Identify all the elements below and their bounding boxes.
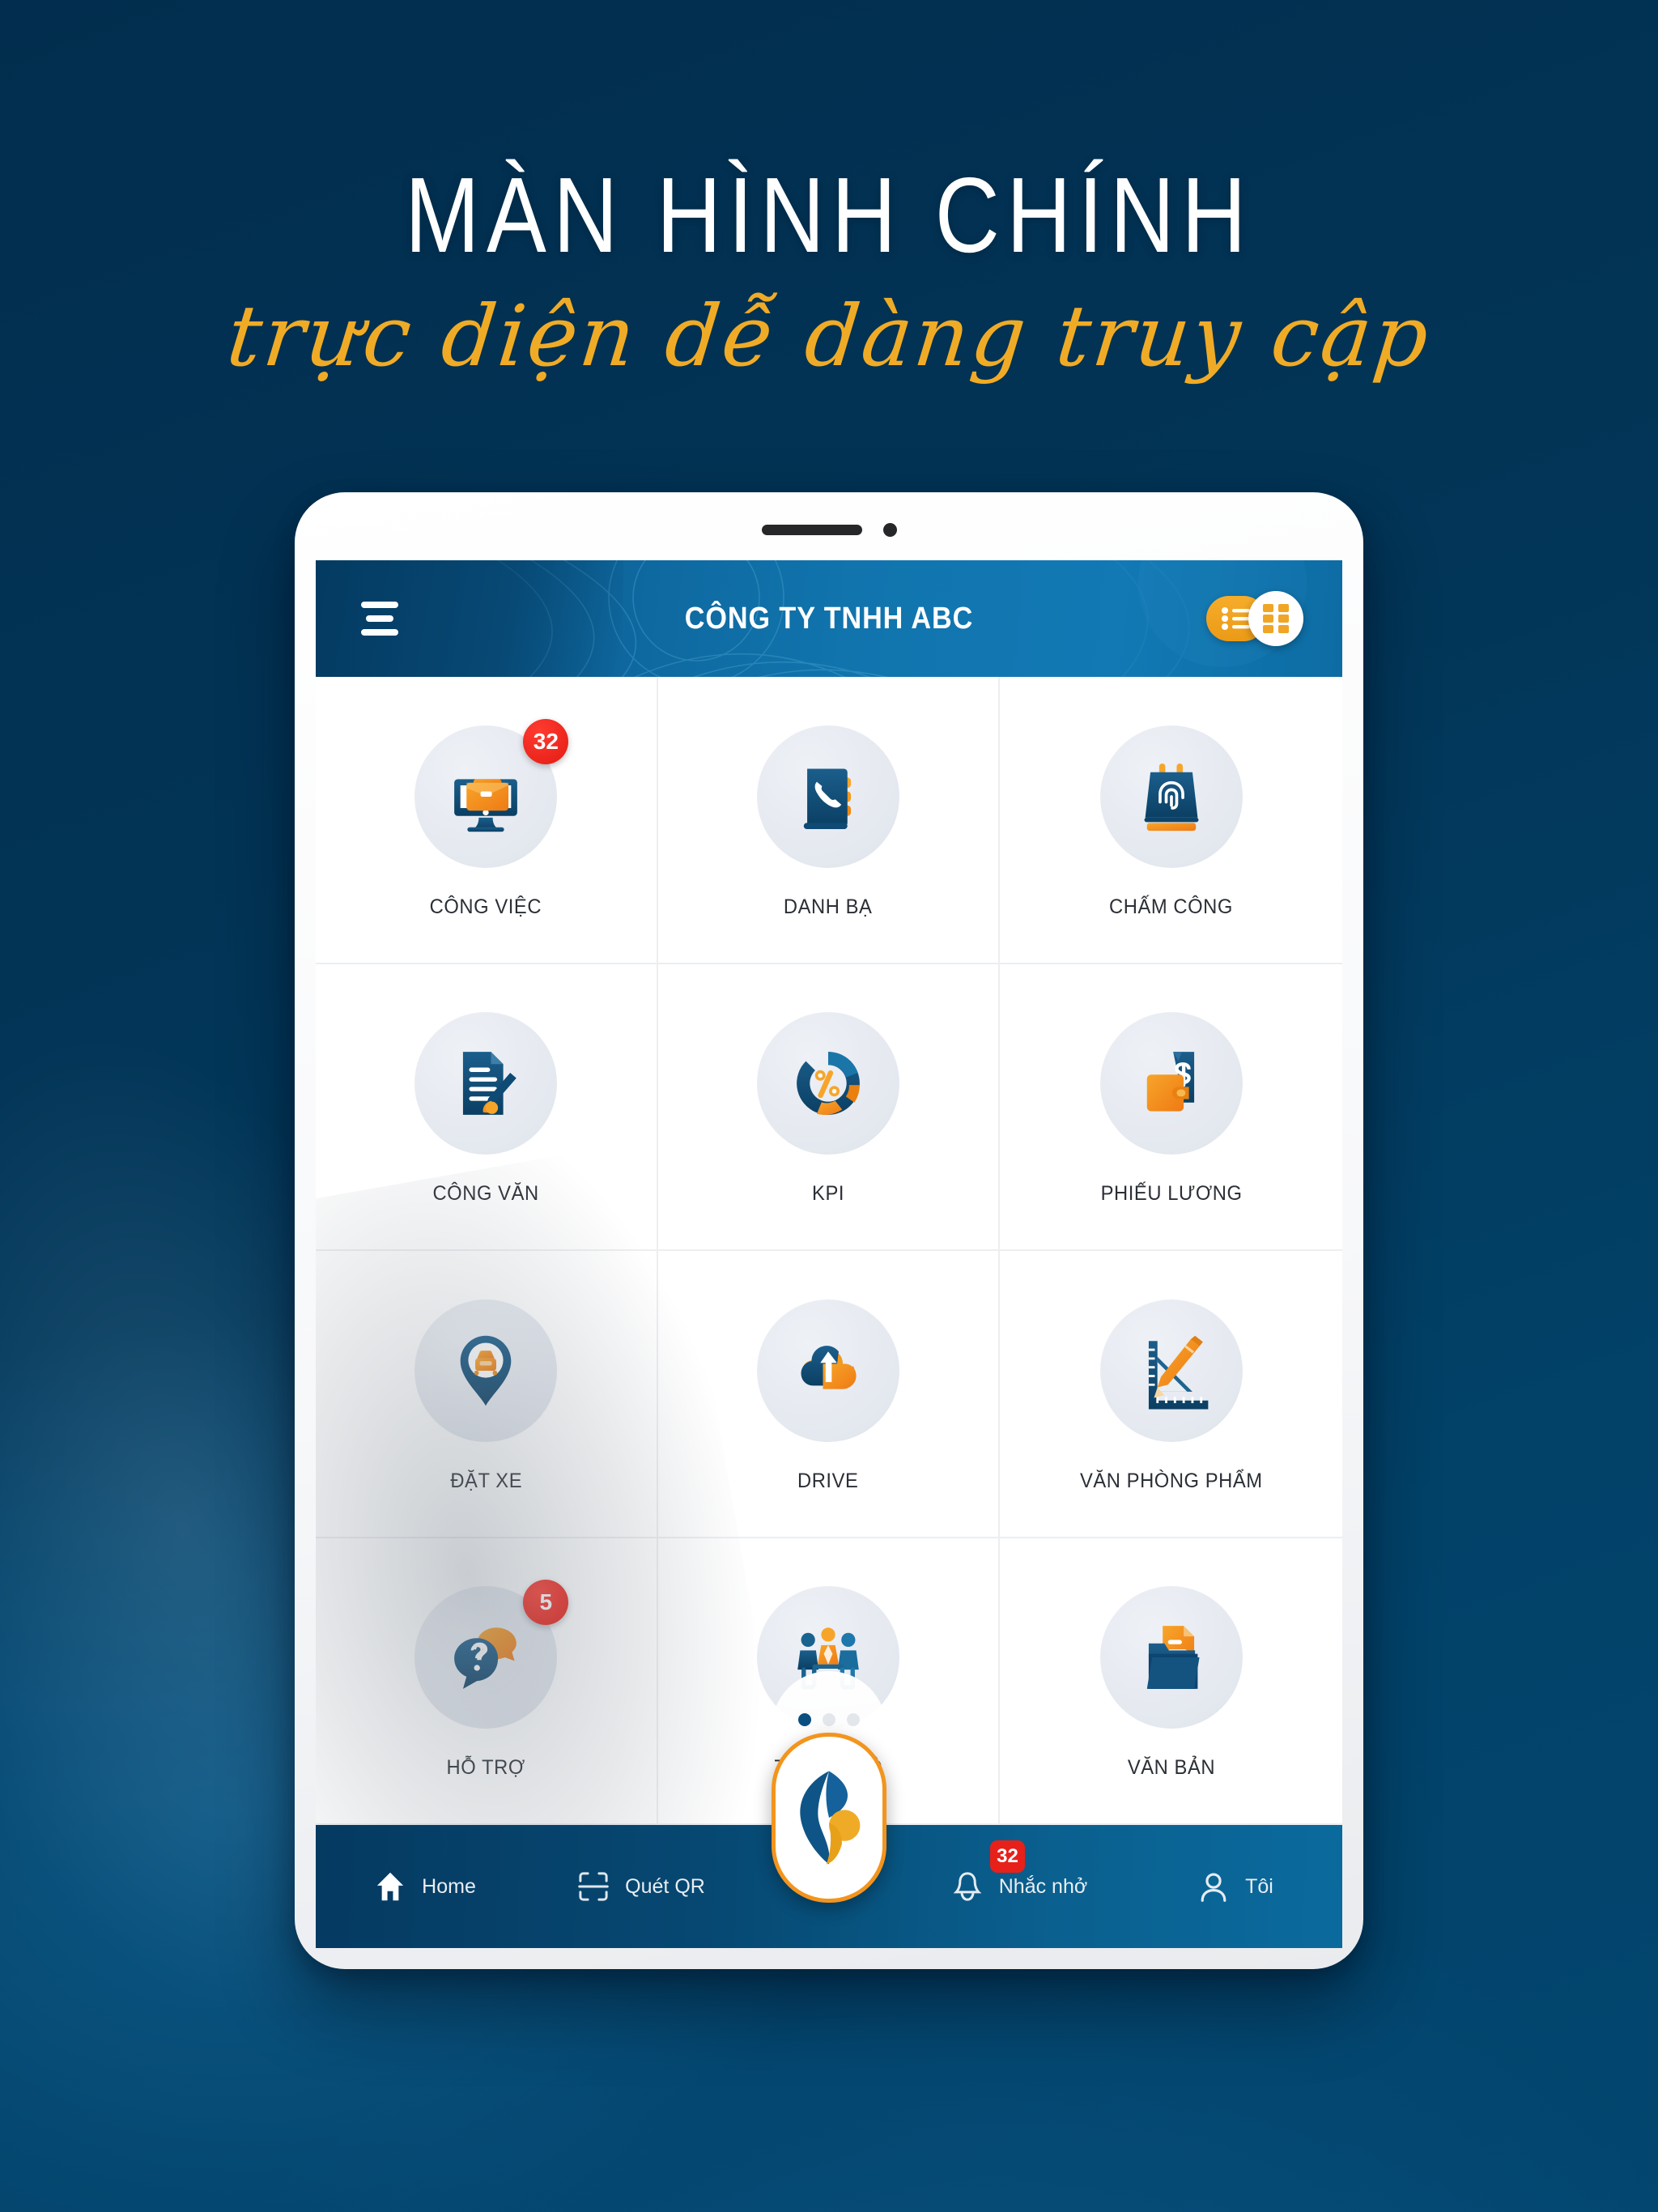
app-shortcut-grid: 32 CÔNG VIỆC DANH BẠ CHẤM CÔNG CÔNG VĂN …: [316, 677, 1342, 1825]
status-badge: 5: [523, 1580, 569, 1626]
bell-icon: [953, 1872, 982, 1901]
icon-bubble: 32: [414, 718, 569, 868]
nav-item-toi[interactable]: Tôi: [1126, 1868, 1342, 1905]
grid-view-icon[interactable]: [1248, 591, 1303, 646]
map-pin-car-icon: [461, 1335, 512, 1406]
page-dot-active[interactable]: [798, 1713, 811, 1726]
center-logo-button[interactable]: [772, 1733, 886, 1903]
home-icon: [377, 1872, 404, 1901]
tile-label: HỖ TRỢ: [446, 1756, 525, 1780]
page-subtitle: trực diện dễ dàng truy cập: [223, 287, 1436, 385]
phone-book-icon: [803, 768, 852, 829]
device-notch: [295, 523, 1363, 537]
nav-label: Home: [422, 1874, 476, 1898]
folder-documents-icon: [1146, 1626, 1200, 1690]
icon-bubble: [1099, 1299, 1243, 1442]
nav-badge: 32: [990, 1840, 1025, 1873]
view-mode-toggle[interactable]: [1206, 591, 1303, 646]
tile-phieu-luong[interactable]: PHIẾU LƯƠNG: [1000, 964, 1342, 1251]
tile-danh-ba[interactable]: DANH BẠ: [657, 677, 1001, 964]
nav-item-home[interactable]: Home: [316, 1868, 532, 1905]
tile-label: DRIVE: [797, 1469, 859, 1492]
tile-ho-tro[interactable]: 5 HỖ TRỢ: [316, 1538, 658, 1825]
icon-bubble: [1099, 1012, 1243, 1155]
tile-label: CÔNG VIỆC: [430, 895, 542, 918]
tile-cong-viec[interactable]: 32 CÔNG VIỆC: [316, 677, 658, 964]
status-badge: 32: [523, 718, 569, 764]
icon-bubble: [756, 725, 899, 868]
app-screen: CÔNG TY TNHH ABC 32 CÔNG VIỆC DANH BẠ CH…: [316, 560, 1342, 1948]
nav-label: Quét QR: [625, 1874, 705, 1898]
tile-label: CHẤM CÔNG: [1109, 895, 1234, 918]
tile-label: KPI: [811, 1182, 844, 1206]
icon-bubble: [414, 1012, 558, 1155]
front-camera-icon: [882, 523, 897, 537]
page-dot[interactable]: [847, 1713, 860, 1726]
tile-van-phong-pham[interactable]: VĂN PHÒNG PHẨM: [1000, 1251, 1342, 1538]
tile-label: CÔNG VĂN: [432, 1182, 539, 1206]
nav-item-nhac-nho[interactable]: Nhắc nhở 32: [910, 1840, 1126, 1905]
icon-bubble: [1099, 1586, 1243, 1729]
monitor-briefcase-icon: [454, 779, 518, 832]
company-title: CÔNG TY TNHH ABC: [684, 601, 974, 636]
tile-label: DANH BẠ: [784, 895, 873, 918]
qr-scan-icon: [578, 1872, 609, 1901]
fingerprint-calendar-icon: [1144, 763, 1199, 831]
tile-label: VĂN BẢN: [1127, 1756, 1215, 1780]
app-header-bar: CÔNG TY TNHH ABC: [316, 560, 1342, 677]
wallet-dollar-icon: [1146, 1052, 1194, 1112]
nav-label: Tôi: [1245, 1874, 1273, 1898]
app-logo-icon: [800, 1771, 861, 1865]
poster-headings: MÀN HÌNH CHÍNH trực diện dễ dàng truy cậ…: [0, 155, 1658, 386]
tile-drive[interactable]: DRIVE: [657, 1251, 1001, 1538]
icon-bubble: [756, 1299, 899, 1442]
tile-cong-van[interactable]: CÔNG VĂN: [316, 963, 658, 1251]
percent-donut-chart-icon: [797, 1052, 860, 1116]
page-title: MÀN HÌNH CHÍNH: [405, 155, 1253, 274]
icon-bubble: [1099, 725, 1243, 868]
nav-item-quet-qr[interactable]: Quét QR: [532, 1868, 748, 1905]
tile-label: ĐẶT XE: [449, 1469, 522, 1492]
speaker-grille: [761, 525, 862, 535]
question-chat-icon: [454, 1627, 517, 1690]
tile-dat-xe[interactable]: ĐẶT XE: [316, 1251, 658, 1538]
document-pen-icon: [463, 1052, 517, 1116]
icon-bubble: [414, 1299, 558, 1442]
nav-label: Nhắc nhở: [998, 1874, 1088, 1898]
ruler-pencil-icon: [1148, 1335, 1209, 1410]
icon-bubble: [756, 1012, 899, 1155]
tile-van-ban[interactable]: VĂN BẢN: [1000, 1538, 1342, 1825]
tablet-device-frame: CÔNG TY TNHH ABC 32 CÔNG VIỆC DANH BẠ CH…: [295, 492, 1363, 1969]
tile-cham-cong[interactable]: CHẤM CÔNG: [1000, 677, 1342, 964]
person-icon: [1201, 1873, 1226, 1902]
page-dot[interactable]: [823, 1713, 835, 1726]
tile-kpi[interactable]: KPI: [657, 963, 1001, 1251]
tile-label: VĂN PHÒNG PHẨM: [1079, 1469, 1263, 1492]
cloud-upload-icon: [801, 1345, 857, 1389]
tile-label: PHIẾU LƯƠNG: [1100, 1182, 1243, 1206]
icon-bubble: 5: [414, 1580, 569, 1729]
